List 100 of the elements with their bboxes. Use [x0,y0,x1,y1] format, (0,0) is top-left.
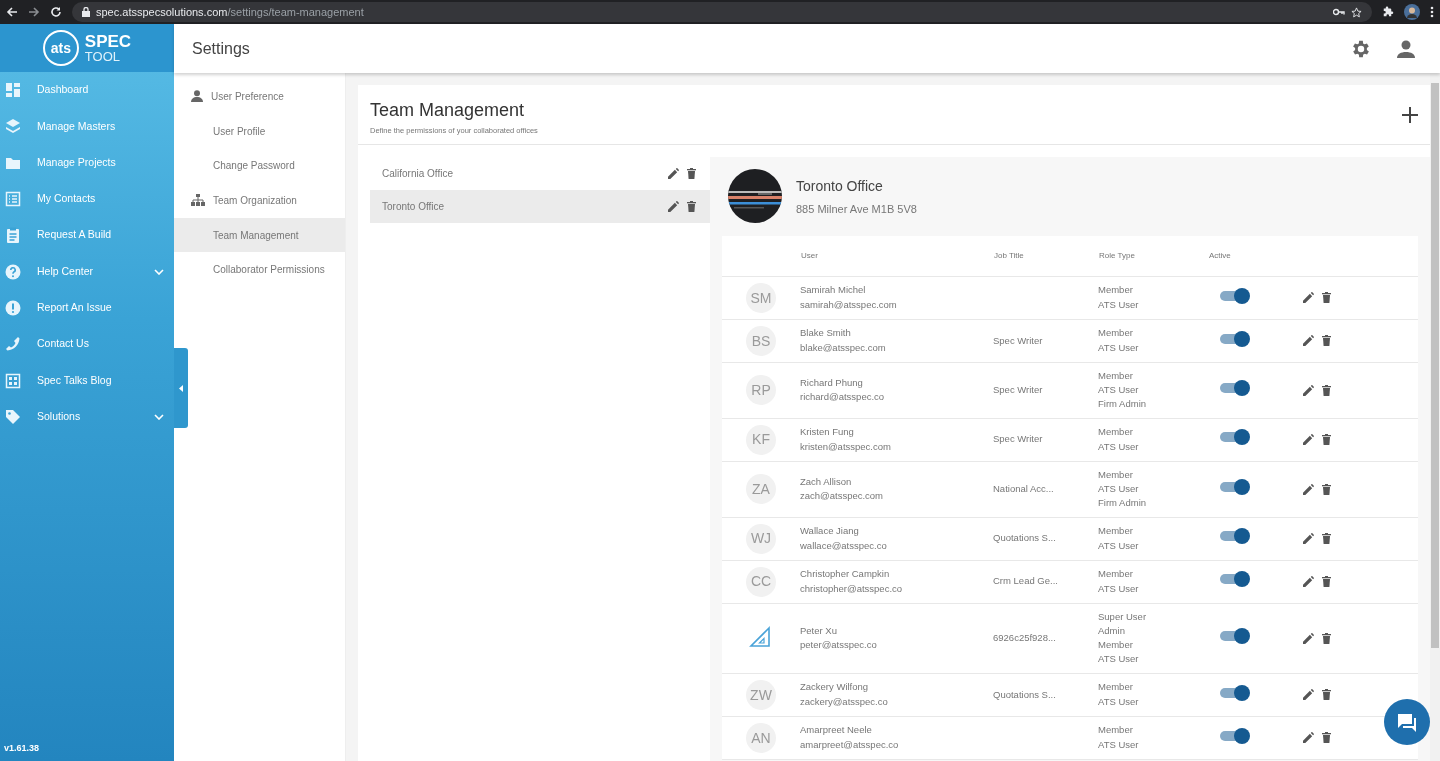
edit-button[interactable] [1303,292,1314,304]
sidebar-item[interactable]: Contact Us [0,326,174,363]
logo-subword: TOOL [84,50,121,63]
pencil-icon [1303,576,1314,588]
user-email: peter@atsspec.co [800,638,878,653]
job-title: Quotations S... [993,532,1056,544]
edit-button[interactable] [1303,384,1314,396]
pencil-icon [1303,292,1314,304]
scrollbar[interactable] [1430,73,1440,761]
edit-button[interactable] [1303,434,1314,446]
delete-button[interactable] [1322,384,1331,396]
column-header: Role Type [1099,251,1135,260]
active-toggle[interactable] [1220,287,1250,304]
pencil-icon [1303,384,1314,396]
role-type: ATS User [1098,439,1140,454]
profile-icon[interactable] [1404,4,1420,20]
help-icon [5,263,21,280]
star-icon[interactable] [1351,6,1362,18]
sidebar-item[interactable]: Dashboard [0,72,174,109]
person-icon [1396,38,1416,59]
active-toggle[interactable] [1220,627,1250,644]
active-toggle[interactable] [1220,380,1250,397]
delete-button[interactable] [1322,292,1331,304]
settings-menu-item[interactable]: Team Management [174,217,345,253]
role-type: ATS User [1098,538,1140,553]
user-name: Samirah Michel [800,283,867,298]
active-toggle[interactable] [1220,684,1250,701]
sidebar-item[interactable]: My Contacts [0,180,174,218]
add-button[interactable] [1402,107,1418,123]
user-email: amarpreet@atsspec.co [800,737,900,752]
edit-button[interactable] [1303,576,1314,588]
delete-button[interactable] [1322,335,1331,347]
pencil-icon [1303,483,1314,495]
phone-icon [5,336,21,353]
edit-button[interactable] [1303,689,1314,701]
settings-menu-item[interactable]: Collaborator Permissions [174,252,345,288]
edit-button[interactable] [668,168,679,180]
column-header: Job Title [994,251,1024,260]
delete-button[interactable] [1322,689,1331,701]
active-toggle[interactable] [1220,727,1250,744]
user-name: Richard Phung [800,375,864,390]
user-name: Peter Xu [800,623,838,638]
edit-button[interactable] [1303,335,1314,347]
office-item[interactable]: California Office [370,157,710,191]
user-email: kristen@atsspec.com [800,439,892,454]
sidebar-item[interactable]: Manage Masters [0,108,174,145]
delete-button[interactable] [1322,483,1331,495]
dashboard-icon [5,82,21,99]
user-name: Christopher Campkin [800,567,891,582]
delete-button[interactable] [1322,576,1331,588]
delete-button[interactable] [687,201,696,213]
key-icon[interactable] [1333,8,1345,16]
sidebar-item[interactable]: Report An Issue [0,289,174,327]
active-toggle[interactable] [1220,330,1250,347]
edit-button[interactable] [1303,483,1314,495]
edit-button[interactable] [1303,732,1314,744]
user-email: zach@atsspec.com [800,489,885,504]
settings-menu-item[interactable]: User Preference [174,79,345,114]
column-header: User [801,251,818,260]
settings-menu-item[interactable]: Change Password [174,148,345,184]
role-type: ATS User [1098,383,1140,398]
active-toggle[interactable] [1220,571,1250,588]
more-icon[interactable] [1430,6,1434,18]
delete-button[interactable] [1322,732,1331,744]
caret-left-icon [179,384,183,392]
role-type: ATS User [1098,581,1140,596]
edit-button[interactable] [1303,533,1314,545]
account-button[interactable] [1396,38,1416,59]
office-item[interactable]: Toronto Office [370,190,710,224]
hierarchy-icon [191,194,205,207]
page-title: Settings [192,38,251,59]
user-email: samirah@atsspec.com [800,297,898,312]
sidebar-item[interactable]: Manage Projects [0,144,174,181]
role-type: ATS User [1098,652,1140,667]
avatar: ZW [746,679,776,710]
forward-icon[interactable] [28,6,40,18]
logo-mark: ats [42,30,79,66]
delete-button[interactable] [1322,434,1331,446]
delete-button[interactable] [687,168,696,180]
role-type: Firm Admin [1098,397,1148,412]
sidebar-item[interactable]: Help Center [0,253,174,290]
pencil-icon [1303,732,1314,744]
active-toggle[interactable] [1220,478,1250,495]
job-title: Spec Writer [993,334,1043,346]
settings-menu-item[interactable]: User Profile [174,113,345,149]
puzzle-icon[interactable] [1382,6,1394,18]
active-toggle[interactable] [1220,528,1250,545]
edit-button[interactable] [1303,632,1314,644]
sidebar-item[interactable]: Spec Talks Blog [0,362,174,399]
settings-menu-item[interactable]: Team Organization [174,183,345,218]
sidebar-item[interactable]: Request A Build [0,217,174,254]
address-bar[interactable]: spec.atsspecsolutions.com/settings/team-management [72,2,1372,22]
delete-button[interactable] [1322,533,1331,545]
sidebar-item[interactable]: Solutions [0,398,174,435]
active-toggle[interactable] [1220,429,1250,446]
pencil-icon [1303,434,1314,446]
reload-icon[interactable] [50,6,62,18]
back-icon[interactable] [6,6,18,18]
edit-button[interactable] [668,201,679,213]
delete-button[interactable] [1322,632,1331,644]
